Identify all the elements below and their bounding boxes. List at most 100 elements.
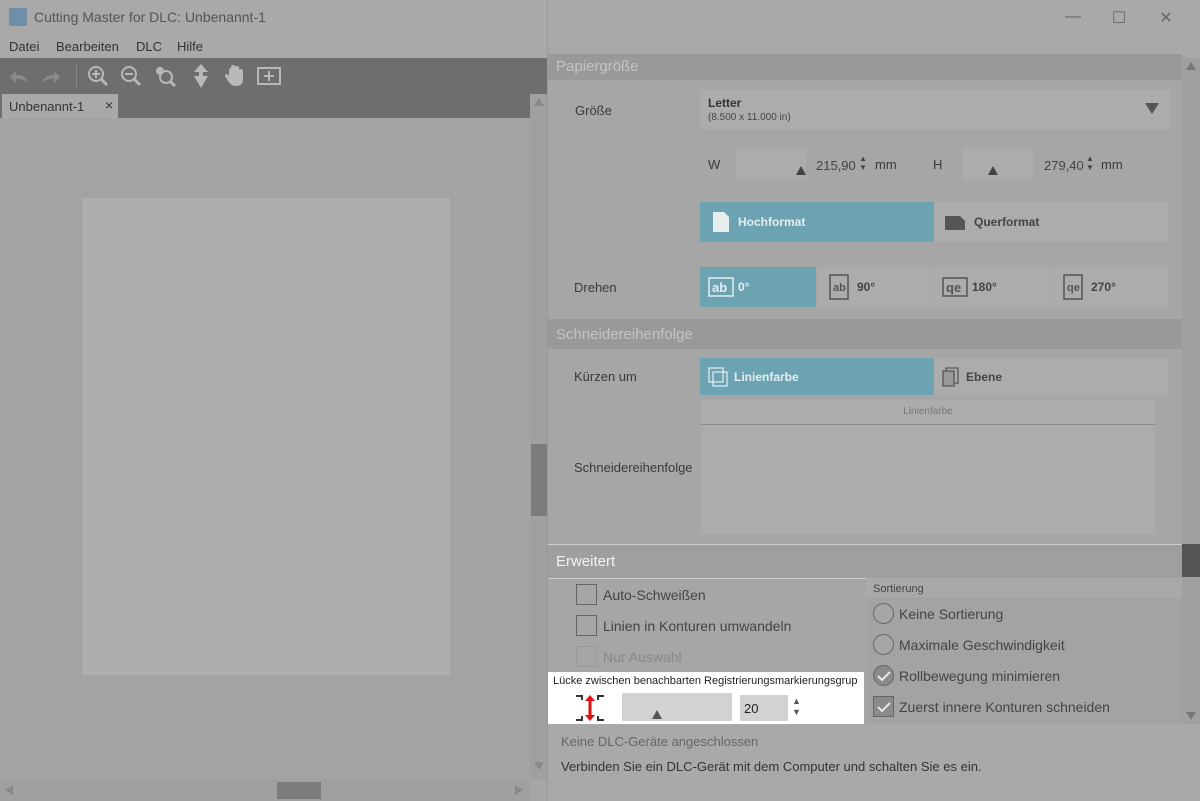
scroll-up-icon[interactable] xyxy=(1186,62,1196,70)
section-header-cut-order[interactable]: Schneidereihenfolge xyxy=(548,319,1182,349)
height-stepper[interactable]: ▲ ▼ xyxy=(1086,154,1094,172)
zoom-in-icon[interactable] xyxy=(84,62,112,90)
check-icon xyxy=(876,670,891,681)
selection-only-checkbox[interactable] xyxy=(576,646,597,667)
canvas-vertical-scroll-thumb[interactable] xyxy=(531,444,547,516)
section-header-advanced[interactable]: Erweitert xyxy=(548,544,1182,579)
scroll-down-icon[interactable] xyxy=(534,762,544,770)
no-sort-radio[interactable] xyxy=(873,603,894,624)
svg-text:qe: qe xyxy=(1067,282,1080,294)
lines-to-contours-checkbox[interactable] xyxy=(576,615,597,636)
zoom-out-icon[interactable] xyxy=(117,62,145,90)
minimize-roll-radio[interactable] xyxy=(873,665,894,686)
menu-bearbeiten[interactable]: Bearbeiten xyxy=(56,39,119,54)
height-value[interactable]: 279,40 xyxy=(1044,158,1084,173)
width-value[interactable]: 215,90 xyxy=(816,158,856,173)
layer-icon xyxy=(942,366,960,387)
width-unit: mm xyxy=(875,157,897,172)
line-color-icon xyxy=(708,366,728,387)
rotate-0-button[interactable]: ab 0° xyxy=(700,267,816,307)
gap-distance-icon xyxy=(574,692,606,727)
title-bar: Cutting Master for DLC: Unbenannt-1 xyxy=(0,0,548,34)
rotate-0-icon: ab xyxy=(708,277,734,297)
section-title: Schneidereihenfolge xyxy=(556,326,693,343)
pan-hand-icon[interactable] xyxy=(221,62,249,90)
document-tab-label: Unbenannt-1 xyxy=(9,99,85,114)
canvas-vertical-scrollbar[interactable] xyxy=(530,94,548,780)
sort-group-header: Sortierung xyxy=(866,578,1182,598)
zoom-selection-icon[interactable] xyxy=(151,62,179,90)
svg-text:ab: ab xyxy=(833,282,846,294)
selection-only-label: Nur Auswahl xyxy=(603,649,682,665)
height-label: H xyxy=(933,157,943,172)
width-stepper[interactable]: ▲ ▼ xyxy=(859,154,867,172)
rotate-0-label: 0° xyxy=(738,280,750,294)
layer-button[interactable]: Ebene xyxy=(934,358,1168,395)
section-title: Papiergröße xyxy=(556,58,639,75)
scroll-left-icon[interactable] xyxy=(5,785,13,795)
sort-by-label: Kürzen um xyxy=(574,369,637,384)
undo-icon[interactable] xyxy=(4,62,32,90)
section-header-paper-size[interactable]: Papiergröße xyxy=(548,54,1182,80)
fit-page-icon[interactable] xyxy=(255,62,283,90)
line-color-button[interactable]: Linienfarbe xyxy=(700,358,934,395)
width-slider-handle[interactable] xyxy=(796,166,806,175)
registration-gap-label: Lücke zwischen benachbarten Registrierun… xyxy=(553,675,858,687)
scroll-up-icon[interactable] xyxy=(534,98,544,106)
gap-stepper[interactable]: ▲ ▼ xyxy=(792,696,801,718)
cut-order-label: Schneidereihenfolge xyxy=(574,460,693,475)
height-slider[interactable] xyxy=(963,149,1033,179)
inner-first-checkbox[interactable] xyxy=(873,696,894,717)
cut-order-list[interactable]: Linienfarbe xyxy=(701,400,1155,534)
move-icon[interactable] xyxy=(187,62,215,90)
paper-preview xyxy=(82,198,450,675)
scroll-down-icon[interactable] xyxy=(1186,712,1196,720)
paper-size-dropdown[interactable]: Letter (8.500 x 11.000 in) xyxy=(700,90,1170,130)
svg-text:ab: ab xyxy=(712,280,727,295)
gap-slider[interactable] xyxy=(622,693,732,721)
sort-group-title: Sortierung xyxy=(873,583,924,595)
canvas-horizontal-scrollbar[interactable] xyxy=(0,780,530,801)
window-title: Cutting Master for DLC: Unbenannt-1 xyxy=(34,9,266,25)
paper-size-value: Letter xyxy=(708,96,742,110)
cut-order-list-header: Linienfarbe xyxy=(701,400,1155,425)
auto-weld-label: Auto-Schweißen xyxy=(603,587,706,603)
section-title: Erweitert xyxy=(556,553,616,570)
rotate-270-button[interactable]: qe 270° xyxy=(1051,267,1168,307)
close-icon[interactable]: × xyxy=(105,97,113,113)
maximize-icon[interactable]: ☐ xyxy=(1104,8,1134,27)
settings-scroll-thumb[interactable] xyxy=(1182,544,1200,577)
portrait-label: Hochformat xyxy=(738,215,806,229)
rotate-90-button[interactable]: ab 90° xyxy=(817,267,933,307)
document-tab[interactable]: Unbenannt-1 × xyxy=(2,94,118,118)
portrait-button[interactable]: Hochformat xyxy=(700,202,934,242)
gap-value: 20 xyxy=(744,701,759,716)
max-speed-label: Maximale Geschwindigkeit xyxy=(899,637,1065,653)
no-sort-label: Keine Sortierung xyxy=(899,606,1004,622)
menu-datei[interactable]: Datei xyxy=(9,39,39,54)
width-label: W xyxy=(708,157,721,172)
gap-slider-handle[interactable] xyxy=(652,710,662,719)
landscape-label: Querformat xyxy=(974,215,1040,229)
rotate-90-icon: ab xyxy=(829,274,849,300)
landscape-button[interactable]: Querformat xyxy=(934,202,1168,242)
menu-hilfe[interactable]: Hilfe xyxy=(177,39,203,54)
canvas-horizontal-scroll-thumb[interactable] xyxy=(277,782,321,799)
settings-vertical-scrollbar[interactable] xyxy=(1182,58,1200,724)
scroll-right-icon[interactable] xyxy=(515,785,523,795)
toolbar xyxy=(0,58,548,94)
height-slider-handle[interactable] xyxy=(988,166,998,175)
menu-dlc[interactable]: DLC xyxy=(136,39,162,54)
max-speed-radio[interactable] xyxy=(873,634,894,655)
width-slider[interactable] xyxy=(736,149,806,179)
auto-weld-checkbox[interactable] xyxy=(576,584,597,605)
scroll-corner xyxy=(530,780,548,801)
close-window-icon[interactable]: ✕ xyxy=(1151,8,1181,27)
rotate-180-label: 180° xyxy=(972,280,997,294)
minimize-icon[interactable]: — xyxy=(1058,8,1088,26)
redo-icon[interactable] xyxy=(38,62,66,90)
gap-value-input[interactable]: 20 xyxy=(740,695,788,721)
right-title-area: — ☐ ✕ xyxy=(548,0,1200,58)
registration-gap-control: Lücke zwischen benachbarten Registrierun… xyxy=(548,672,864,724)
rotate-180-button[interactable]: qe 180° xyxy=(934,267,1050,307)
